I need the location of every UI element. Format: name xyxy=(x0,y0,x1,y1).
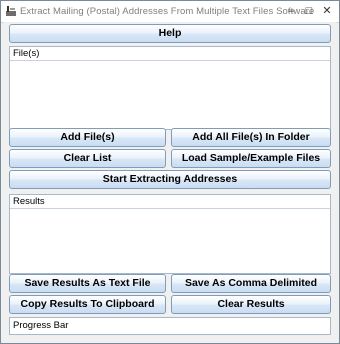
minimize-icon[interactable]: – xyxy=(283,3,299,19)
save-results-text-button[interactable]: Save Results As Text File xyxy=(9,274,166,293)
close-icon[interactable]: ✕ xyxy=(319,3,335,19)
help-button[interactable]: Help xyxy=(9,24,331,43)
start-extracting-button[interactable]: Start Extracting Addresses xyxy=(9,170,331,189)
load-sample-files-button[interactable]: Load Sample/Example Files xyxy=(171,149,331,168)
progress-bar: Progress Bar xyxy=(9,317,331,335)
clear-results-button[interactable]: Clear Results xyxy=(171,295,331,314)
main-content: Help File(s) Add File(s) Add All File(s)… xyxy=(4,22,336,340)
add-all-files-in-folder-button[interactable]: Add All File(s) In Folder xyxy=(171,128,331,147)
save-comma-delimited-button[interactable]: Save As Comma Delimited xyxy=(171,274,331,293)
files-list[interactable]: File(s) xyxy=(9,46,331,130)
results-list-label: Results xyxy=(13,196,45,207)
window-title: Extract Mailing (Postal) Addresses From … xyxy=(20,6,315,17)
app-window: Extract Mailing (Postal) Addresses From … xyxy=(0,0,340,344)
progress-bar-label: Progress Bar xyxy=(13,320,69,331)
app-icon xyxy=(6,6,16,16)
files-list-label: File(s) xyxy=(13,48,40,59)
add-files-button[interactable]: Add File(s) xyxy=(9,128,166,147)
files-list-header-divider xyxy=(10,60,330,61)
results-list-header-divider xyxy=(10,208,330,209)
maximize-icon[interactable]: □ xyxy=(301,3,317,19)
copy-results-button[interactable]: Copy Results To Clipboard xyxy=(9,295,166,314)
results-list[interactable]: Results xyxy=(9,194,331,274)
title-bar: Extract Mailing (Postal) Addresses From … xyxy=(1,1,339,23)
clear-list-button[interactable]: Clear List xyxy=(9,149,166,168)
